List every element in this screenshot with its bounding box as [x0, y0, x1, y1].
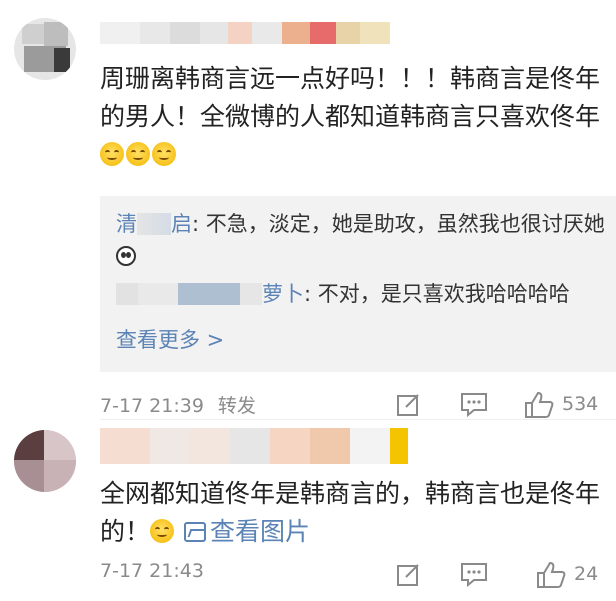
- username-blurred[interactable]: [100, 22, 420, 44]
- comment-date: 7-17 21:43: [100, 560, 204, 582]
- comment-bubble-icon: [461, 563, 487, 587]
- edit-icon: [397, 394, 419, 416]
- comment-date: 7-17 21:39: [100, 395, 204, 417]
- comment-bubble-icon: [461, 393, 487, 417]
- comment-item: 周珊离韩商言远一点好吗！！！韩商言是佟年的男人！全微博的人都知道韩商言只喜欢佟年…: [0, 0, 616, 420]
- comment-actions: 534: [390, 390, 616, 418]
- like-button[interactable]: 24: [536, 560, 616, 588]
- comment-meta: 7-17 21:43: [100, 560, 204, 582]
- smile-emoji-icon: [126, 142, 150, 166]
- reply-item[interactable]: 清启: 不急，淡定，她是助攻，虽然我也很讨厌她: [116, 208, 606, 272]
- reply-text: : 不急，淡定，她是助攻，虽然我也很讨厌她: [192, 212, 605, 236]
- comment-actions: 24: [390, 560, 616, 588]
- image-link-icon: [183, 522, 206, 542]
- avatar[interactable]: [14, 18, 76, 80]
- like-button[interactable]: 534: [524, 390, 616, 418]
- reply-username[interactable]: 萝卜: [116, 282, 304, 306]
- username-blurred[interactable]: [100, 428, 420, 468]
- smile-emoji-icon: [150, 519, 175, 543]
- smile-emoji-icon: [100, 142, 124, 166]
- view-image-link[interactable]: 查看图片: [210, 517, 310, 546]
- avatar[interactable]: [14, 430, 76, 492]
- reply-username[interactable]: 清启: [116, 212, 192, 236]
- reply-item[interactable]: 萝卜: 不对，是只喜欢我哈哈哈哈: [116, 278, 606, 310]
- reply-box[interactable]: 清启: 不急，淡定，她是助攻，虽然我也很讨厌她 萝卜: 不对，是只喜欢我哈哈哈哈…: [100, 196, 616, 372]
- panda-face-emoji-icon: [116, 246, 136, 266]
- edit-icon: [397, 564, 419, 586]
- reply-text: : 不对，是只喜欢我哈哈哈哈: [304, 282, 570, 306]
- comment-text: 全网都知道佟年是韩商言的，韩商言也是佟年的！ 查看图片: [100, 479, 601, 546]
- thumbs-up-icon: [525, 391, 554, 418]
- comment-text: 周珊离韩商言远一点好吗！！！韩商言是佟年的男人！全微博的人都知道韩商言只喜欢佟年: [100, 60, 610, 174]
- repost-link[interactable]: 转发: [218, 395, 256, 417]
- comment-meta: 7-17 21:39 转发: [100, 391, 256, 418]
- like-count: 534: [562, 393, 599, 415]
- like-count: 24: [574, 563, 599, 585]
- comment-item: 全网都知道佟年是韩商言的，韩商言也是佟年的！ 查看图片 7-17 21:43 2: [0, 420, 616, 601]
- smile-emoji-icon: [152, 142, 176, 166]
- view-more-link[interactable]: 查看更多 >: [116, 324, 224, 354]
- thumbs-up-icon: [537, 561, 566, 588]
